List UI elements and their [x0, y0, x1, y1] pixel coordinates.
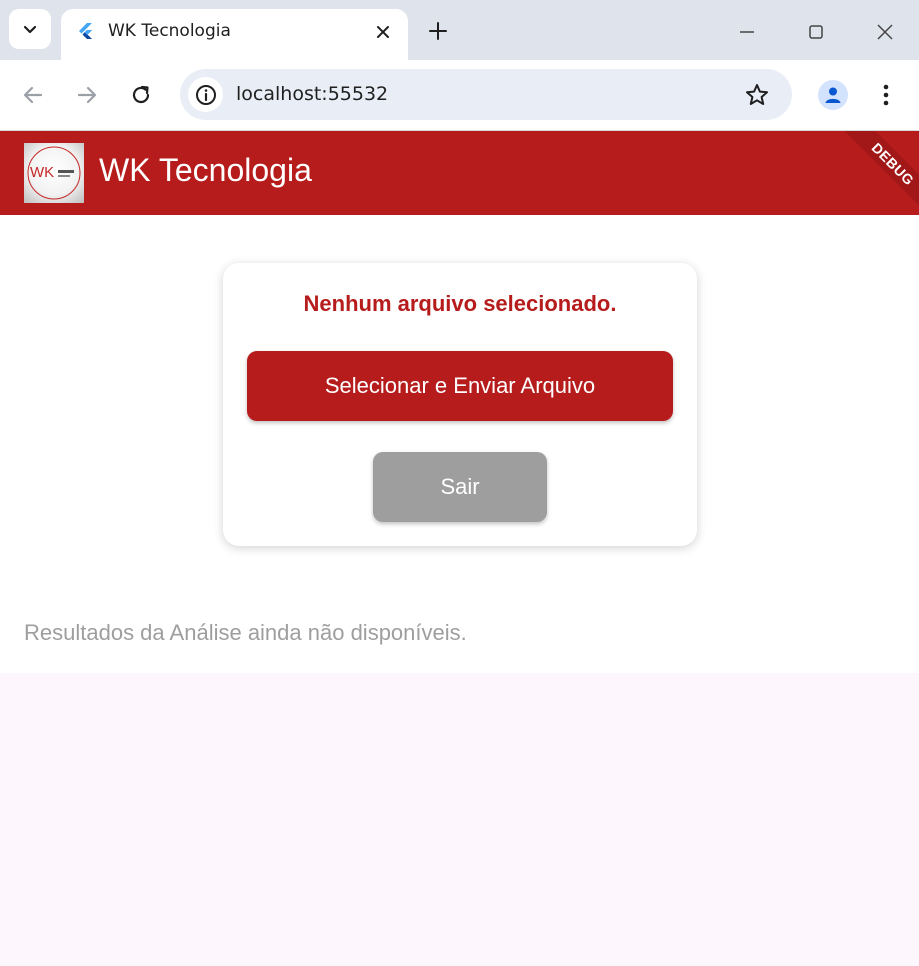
- flutter-icon: [79, 23, 92, 39]
- address-bar[interactable]: localhost:55532: [180, 69, 792, 120]
- window-close-icon[interactable]: [873, 20, 897, 44]
- logo-text: WK: [30, 164, 54, 181]
- plus-icon[interactable]: [426, 19, 450, 43]
- reload-icon[interactable]: [128, 82, 154, 108]
- browser-tab-strip: WK Tecnologia: [0, 0, 919, 60]
- chevron-down-icon: [23, 25, 37, 34]
- person-icon: [825, 87, 841, 103]
- maximize-icon[interactable]: [804, 20, 828, 44]
- tab-search-button[interactable]: [9, 9, 51, 49]
- info-icon: [195, 84, 216, 105]
- browser-tab[interactable]: WK Tecnologia: [61, 9, 408, 60]
- app-title: WK Tecnologia: [99, 152, 312, 188]
- close-icon[interactable]: [373, 22, 393, 42]
- company-logo: WK: [24, 143, 84, 203]
- exit-button[interactable]: Sair: [373, 452, 547, 522]
- select-and-send-file-button[interactable]: Selecionar e Enviar Arquivo: [247, 351, 673, 421]
- more-vert-icon[interactable]: [874, 81, 898, 109]
- upload-card: Nenhum arquivo selecionado. Selecionar e…: [223, 263, 697, 546]
- results-placeholder-text: Resultados da Análise ainda não disponív…: [24, 620, 467, 645]
- forward-arrow-icon[interactable]: [74, 82, 100, 108]
- tab-title: WK Tecnologia: [108, 21, 231, 41]
- site-info-button[interactable]: [188, 77, 223, 112]
- logo-icon: WK: [27, 146, 81, 200]
- app-bar: WK WK Tecnologia DEBUG: [0, 131, 919, 215]
- back-arrow-icon[interactable]: [20, 82, 46, 108]
- star-icon[interactable]: [744, 82, 770, 108]
- browser-toolbar: localhost:55532: [0, 60, 919, 131]
- profile-button[interactable]: [818, 80, 848, 110]
- url-text[interactable]: localhost:55532: [236, 83, 388, 105]
- minimize-icon[interactable]: [735, 20, 759, 44]
- file-status-text: Nenhum arquivo selecionado.: [303, 291, 617, 316]
- main-content: Nenhum arquivo selecionado. Selecionar e…: [0, 215, 919, 673]
- debug-banner: DEBUG: [832, 131, 919, 215]
